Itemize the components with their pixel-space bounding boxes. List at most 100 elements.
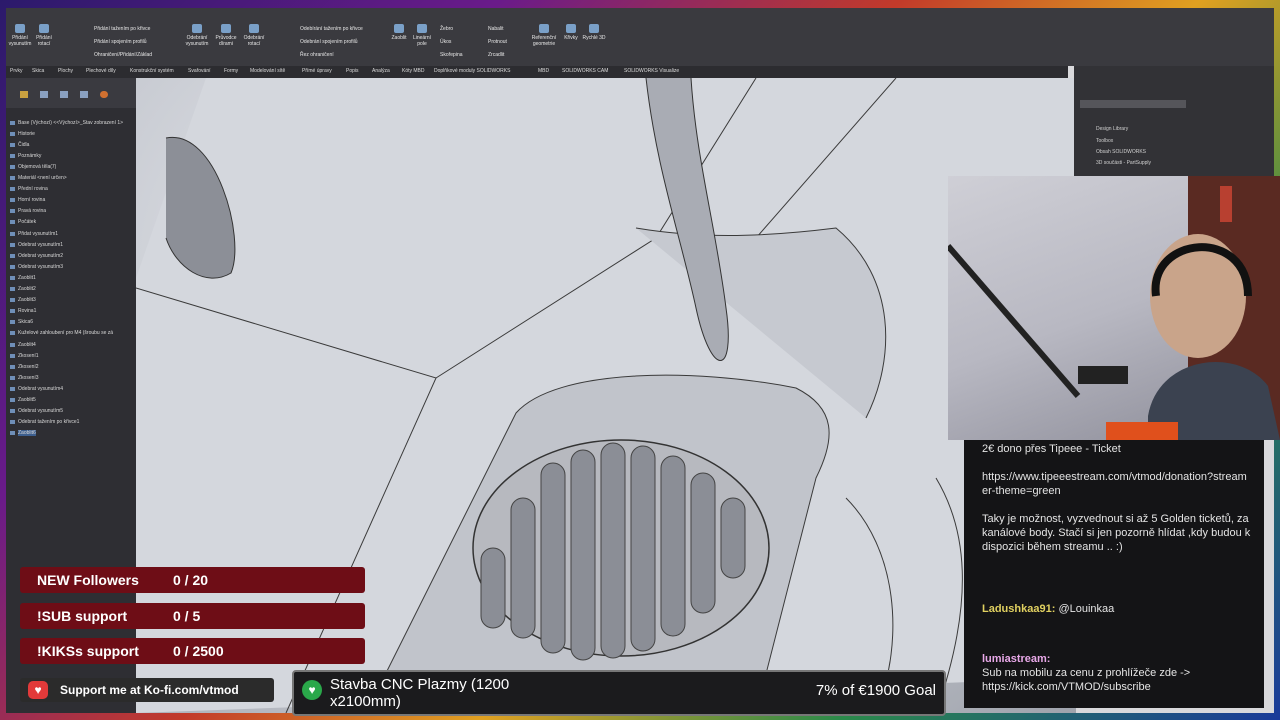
donation-goal-title: Stavba CNC Plazmy (1200 x2100mm)	[330, 676, 510, 710]
tree-item[interactable]: Zkosení3	[10, 375, 39, 381]
tree-item[interactable]: Rovina1	[9, 308, 36, 314]
tab-surfaces[interactable]: Plochy	[58, 68, 73, 74]
ribbon-button-draft[interactable]: Úkos	[440, 39, 480, 45]
display-manager-icon[interactable]	[100, 91, 108, 98]
ribbon-button-hole-wizard[interactable]: Průvodce dírami	[212, 24, 240, 47]
tree-item[interactable]: Čidla	[9, 142, 29, 148]
tab-solidworks-visualize[interactable]: SOLIDWORKS Visualize	[624, 68, 679, 74]
tree-item[interactable]: Zkosení2	[10, 364, 39, 370]
kofi-heart-icon: ♥	[28, 681, 48, 699]
tree-item[interactable]: Odebrat vysunutím3	[9, 264, 63, 270]
design-library-item[interactable]: Design Library	[1096, 126, 1128, 132]
ribbon-button-instant3d[interactable]: Rychlé 3D	[582, 24, 606, 41]
property-manager-icon[interactable]	[40, 91, 48, 98]
chat-username[interactable]: Ladushkaa91:	[982, 603, 1055, 615]
tab-mesh-modeling[interactable]: Modelování sítě	[250, 68, 285, 74]
tree-item[interactable]: Horní rovina	[9, 197, 45, 203]
tree-item[interactable]: Přední rovina	[10, 186, 48, 192]
tab-sheet-metal[interactable]: Plechové díly	[86, 68, 116, 74]
chat-message: https://www.tipeeestream.com/vtmod/donat…	[982, 471, 1247, 497]
tab-addins[interactable]: Doplňkové moduly SOLIDWORKS	[434, 68, 510, 74]
ribbon-button-mirror[interactable]: Zrcadlit	[488, 52, 528, 58]
ribbon-button-reference-geometry[interactable]: Referenční geometrie	[528, 24, 560, 47]
tab-molds[interactable]: Formy	[224, 68, 238, 74]
tree-item[interactable]: Poznámky	[9, 153, 41, 159]
kiks-goal: !KIKSs support 0 / 2500	[20, 638, 365, 664]
configuration-manager-icon[interactable]	[60, 91, 68, 98]
tab-solidworks-cam[interactable]: SOLIDWORKS CAM	[562, 68, 608, 74]
ribbon-button-revolve[interactable]: Přidání rotací	[32, 24, 56, 47]
tree-toolbar	[6, 78, 136, 108]
chat-username[interactable]: lumiastream:	[982, 652, 1252, 666]
ribbon-button-revolve-cut[interactable]: Odebrání rotací	[240, 24, 268, 47]
tree-item[interactable]: Objemová těla(7)	[9, 164, 56, 170]
streamer-image	[948, 176, 1280, 440]
tree-item[interactable]: Historie	[10, 131, 35, 137]
ribbon-button-swept-cut[interactable]: Odebírání tažením po křivce	[300, 26, 382, 32]
tree-item[interactable]: Zaoblit1	[10, 275, 36, 281]
toolbox-item[interactable]: Toolbox	[1096, 138, 1113, 144]
tree-item[interactable]: Odebrat tažením po křivce1	[9, 419, 79, 425]
goal-count: 0 / 20	[173, 572, 209, 588]
tab-markup[interactable]: Popis	[346, 68, 359, 74]
toolbox-search-input[interactable]	[1080, 100, 1186, 108]
tree-item[interactable]: Zaoblit3	[10, 297, 36, 303]
ribbon-button-rib[interactable]: Žebro	[440, 26, 480, 32]
goal-label: !KIKSs support	[37, 643, 139, 659]
ribbon-button-shell[interactable]: Skořepina	[440, 52, 480, 58]
tab-mbd[interactable]: MBD	[538, 68, 549, 74]
tree-item[interactable]: Zaoblit5	[10, 397, 36, 403]
tree-item[interactable]: Přidat vysunutím1	[9, 231, 58, 237]
goal-label: NEW Followers	[37, 572, 139, 588]
goal-label: !SUB support	[37, 608, 128, 624]
tab-structure-system[interactable]: Konstrukční systém	[130, 68, 174, 74]
tab-sketch[interactable]: Skica	[32, 68, 44, 74]
tree-item[interactable]: Materiál <není určen>	[10, 175, 67, 181]
dimxpert-icon[interactable]	[80, 91, 88, 98]
tree-item[interactable]: Skica6	[9, 319, 33, 325]
chat-text: @Louinkaa	[1058, 603, 1115, 615]
tab-features[interactable]: Prvky	[10, 68, 23, 74]
tree-item-root[interactable]: Base (Výchozí) <<Výchozí>_Stav zobrazení…	[9, 120, 123, 126]
goal-count: 0 / 5	[173, 608, 201, 624]
ribbon-button-intersect[interactable]: Protnout	[488, 39, 528, 45]
tree-item-selected[interactable]: Zaoblit6	[10, 430, 36, 436]
tree-item[interactable]: Odebrat vysunutím4	[9, 386, 63, 392]
kofi-text: Support me at Ko-fi.com/vtmod	[60, 683, 239, 697]
ribbon-button-extrude[interactable]: Přidání vysunutím	[8, 24, 32, 47]
tab-direct-editing[interactable]: Přímé úpravy	[302, 68, 332, 74]
command-manager-tabs: Prvky Skica Plochy Plechové díly Konstru…	[6, 66, 1068, 78]
feature-manager-icon[interactable]	[20, 91, 28, 98]
solidworks-content-item[interactable]: Obsah SOLIDWORKS	[1096, 149, 1146, 155]
tree-item[interactable]: Odebrat vysunutím5	[9, 408, 63, 414]
tab-evaluate[interactable]: Analýza	[372, 68, 390, 74]
kofi-banner[interactable]: ♥ Support me at Ko-fi.com/vtmod	[20, 678, 274, 702]
chat-overlay: 2€ dono přes Tipeee - Ticket https://www…	[964, 440, 1264, 708]
tree-item[interactable]: Zkosení1	[10, 353, 39, 359]
ribbon-button-wrap[interactable]: Nabalit	[488, 26, 528, 32]
tree-item[interactable]: Zaoblit2	[10, 286, 36, 292]
tree-item[interactable]: Počátek	[9, 219, 36, 225]
partsupply-item[interactable]: 3D součásti - PartSupply	[1096, 160, 1151, 166]
tree-item[interactable]: Odebrat vysunutím2	[9, 253, 63, 259]
tab-weldments[interactable]: Svařování	[188, 68, 211, 74]
ribbon-button-loft[interactable]: Přidání spojením profilů	[94, 39, 174, 45]
tab-mbd-dimensions[interactable]: Kóty MBD	[402, 68, 425, 74]
tree-item[interactable]: Pravá rovina	[9, 208, 46, 214]
ribbon-button-boundary-cut[interactable]: Řez ohraničení	[300, 52, 382, 58]
ribbon-button-sweep[interactable]: Přidání tažením po křivce	[94, 26, 174, 32]
tree-item[interactable]: Odebrat vysunutím1	[9, 242, 63, 248]
ribbon-button-fillet[interactable]: Zaoblit	[388, 24, 410, 41]
ribbon-button-extrude-cut[interactable]: Odebrání vysunutím	[182, 24, 212, 47]
tree-item[interactable]: Kuželové zahloubení pro M4 (šroubu se zá	[9, 330, 113, 336]
tree-item[interactable]: Zaoblit4	[10, 342, 36, 348]
sub-goal: !SUB support 0 / 5	[20, 603, 365, 629]
ribbon-button-lofted-cut[interactable]: Odebrání spojením profilů	[300, 39, 382, 45]
ribbon-button-curves[interactable]: Křivky	[560, 24, 582, 41]
chat-text: Sub na mobilu za cenu z prohlížeče zde -…	[982, 667, 1191, 693]
ribbon-button-linear-pattern[interactable]: Lineární pole	[410, 24, 434, 47]
chat-message: Taky je možnost, vyzvednout si až 5 Gold…	[982, 513, 1251, 553]
donation-goal-percent: 7% of €1900 Goal	[815, 682, 936, 699]
tipeee-heart-icon: ♥	[302, 680, 322, 700]
ribbon-button-boundary[interactable]: Ohraničení/Přidání/Základ	[94, 52, 174, 58]
